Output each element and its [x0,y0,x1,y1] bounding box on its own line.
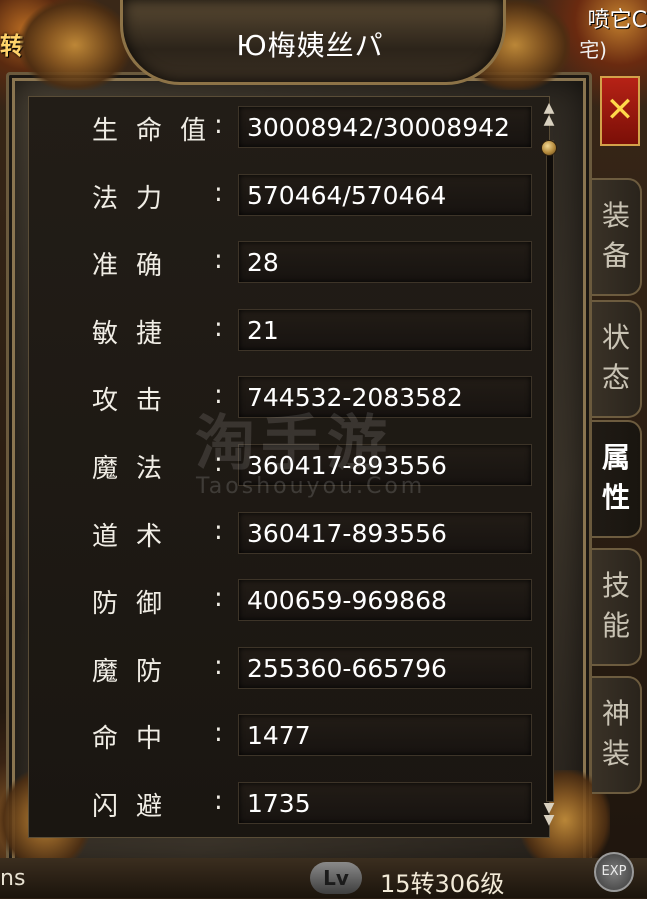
stat-colon: : [214,583,223,614]
stat-value-field: 28 [238,241,532,284]
side-tab[interactable]: 神装 [592,676,642,794]
watermark-subtext: Taoshouyou.Com [196,474,426,499]
stat-label-char-1: 魔 [92,656,119,687]
stat-label-char-1: 命 [92,724,119,755]
side-tab-label-top: 属 [601,441,630,474]
stat-label: 防御: [92,583,232,620]
stat-value-field: 30008942/30008942 [238,106,532,148]
stat-label-char-3: 避 [136,792,163,822]
stat-label: 闪避: [92,786,232,822]
stat-label: 命中: [92,718,232,755]
watermark-text: 淘手游 [195,409,393,479]
side-tab-label-top: 神 [601,697,630,730]
stat-row: 道术:360417-893556 [92,510,552,556]
stat-label-char-1: 魔 [92,454,119,484]
stat-row: 魔防:255360-665796 [92,645,552,691]
stat-label-char-1: 道 [92,521,119,552]
stat-label: 准确: [92,245,232,282]
stat-label: 法力: [92,177,232,214]
level-badge: Lv [310,862,362,894]
stat-value-field: 21 [238,308,532,351]
close-icon: ✕ [605,90,635,130]
stat-value-field: 360417-893556 [238,511,532,554]
side-tab-label-bottom: 装 [601,737,630,770]
stat-label-char-1: 敏 [92,318,119,349]
side-tab[interactable]: 技能 [592,548,642,666]
stat-label-char-3: 中 [136,724,163,755]
stat-label-char-3: 值 [180,116,207,146]
stat-row: 闪避:1735 [92,780,552,826]
stat-row: 敏捷:21 [92,307,552,353]
side-tab-label-top: 技 [601,569,630,602]
stat-label-char-3: 击 [136,386,163,417]
scroll-up-icon[interactable]: ▲ ▲ [540,101,558,127]
stat-colon: : [214,312,223,343]
character-name-title: Ю梅姨丝パ [236,29,384,62]
scrollbar-thumb[interactable] [541,140,557,156]
stat-value-field: 570464/570464 [238,173,532,216]
stat-label-char-1: 生 [92,116,119,146]
stat-label-char-1: 攻 [92,386,119,417]
stat-label-char-3: 法 [136,454,163,484]
stat-colon: : [214,515,223,546]
stat-value-field: 255360-665796 [238,646,532,689]
side-tab[interactable]: 装备 [592,178,642,296]
stat-label-char-1: 防 [92,589,119,620]
stat-label-char-1: 准 [92,251,119,282]
stat-value-field: 400659-969868 [238,579,532,622]
side-tab-label-bottom: 能 [601,609,630,642]
stat-label: 道术: [92,515,232,552]
side-tab-label-bottom: 性 [601,481,630,514]
stat-label-char-2: 命 [136,116,163,146]
stat-label: 魔防: [92,650,232,687]
stat-label-char-3: 御 [136,589,163,620]
stat-row: 法力:570464/570464 [92,172,552,218]
stat-value-field: 1735 [238,782,532,824]
stat-label-char-1: 闪 [92,792,119,822]
stats-scrollbar[interactable]: ▲ ▲ ▼ ▼ [540,100,558,830]
scroll-down-icon[interactable]: ▼ ▼ [540,801,558,827]
exp-badge[interactable]: EXP [594,852,634,892]
stat-label-char-3: 术 [136,521,163,552]
stat-colon: : [214,177,223,208]
close-button[interactable]: ✕ [600,76,640,146]
stat-label: 敏捷: [92,312,232,349]
side-tab-label-top: 状 [601,321,630,354]
stat-label-char-3: 确 [136,251,163,282]
stat-colon: : [214,110,223,140]
side-tab[interactable]: 属性 [592,420,642,538]
stat-label: 生命值: [92,110,232,146]
side-tab-label-bottom: 态 [601,361,630,394]
top-right-hud-text: 喷它C [587,8,647,33]
side-tab[interactable]: 状态 [592,300,642,418]
stat-colon: : [214,245,223,276]
side-tab-label-bottom: 备 [601,239,630,272]
stat-label-char-1: 法 [92,183,119,214]
stat-row: 命中:1477 [92,712,552,758]
dragon-ornament-left-icon [20,0,130,90]
stat-colon: : [214,718,223,749]
stat-colon: : [214,650,223,681]
scrollbar-track[interactable] [546,140,554,802]
stat-label-char-3: 力 [136,183,163,214]
side-tab-label-top: 装 [601,199,630,232]
level-text: 15转306级 [380,870,505,898]
bottom-left-text: ns [0,866,26,891]
top-right-hud-text-2: 宅) [579,38,607,62]
stat-label-char-3: 防 [136,656,163,687]
stat-colon: : [214,786,223,816]
stat-value-field: 1477 [238,714,532,757]
stat-label-char-3: 捷 [136,318,163,349]
stat-row: 生命值:30008942/30008942 [92,104,552,150]
stat-row: 防御:400659-969868 [92,577,552,623]
stat-row: 准确:28 [92,239,552,285]
